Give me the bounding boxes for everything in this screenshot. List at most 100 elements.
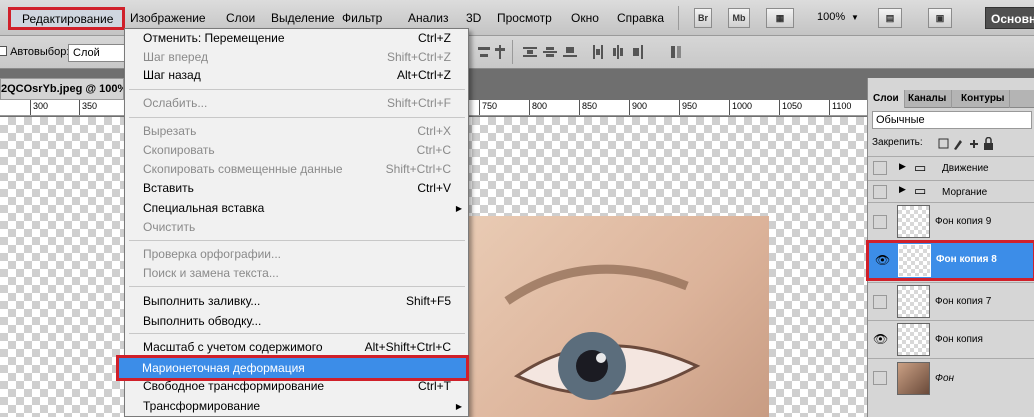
mini-bridge-button[interactable]: Mb [728, 8, 750, 28]
distribute-icon[interactable] [562, 44, 578, 60]
tab-layers[interactable]: Слои [868, 90, 905, 108]
menu-item-paste-special[interactable]: Специальная вставка ▶ [125, 199, 468, 218]
menu-analysis[interactable]: Анализ [408, 11, 449, 25]
menu-item-find-replace[interactable]: Поиск и замена текста... [125, 264, 468, 283]
workspace-button[interactable]: Основн [985, 7, 1034, 29]
menu-view[interactable]: Просмотр [497, 11, 552, 25]
ruler-label: 1050 [782, 101, 803, 111]
ruler-label: 1100 [832, 101, 852, 111]
layer-row-selected[interactable]: 👁 Фон копия 8 [866, 240, 1034, 281]
visibility-toggle[interactable] [873, 185, 887, 199]
layer-row[interactable]: Фон копия 7 [868, 282, 1034, 320]
chevron-down-icon[interactable]: ▼ [851, 13, 859, 22]
ruler-label: 950 [682, 101, 698, 111]
lock-label: Закрепить: [872, 137, 923, 148]
menu-item-undo[interactable]: Отменить: Перемещение Ctrl+Z [125, 29, 468, 48]
autoselect-target-select[interactable]: Слой [68, 44, 126, 62]
menu-separator [129, 333, 465, 334]
menu-item-step-backward[interactable]: Шаг назад Alt+Ctrl+Z [125, 66, 468, 85]
menu-separator [129, 89, 465, 90]
distribute-icon[interactable] [542, 44, 558, 60]
lock-transparent-icon [938, 138, 949, 149]
distribute-icon[interactable] [522, 44, 538, 60]
layer-name[interactable]: Движение [942, 163, 989, 174]
zoom-level[interactable]: 100% [817, 11, 845, 23]
tab-channels[interactable]: Каналы [903, 90, 953, 108]
ruler-tick [579, 100, 580, 115]
layer-thumbnail [897, 205, 930, 238]
layer-name[interactable]: Фон копия 7 [935, 296, 991, 307]
submenu-arrow-icon: ▶ [455, 204, 462, 213]
menu-item-puppet-warp[interactable]: Марионеточная деформация [116, 355, 469, 381]
ruler-tick [679, 100, 680, 115]
menu-help[interactable]: Справка [617, 11, 664, 25]
menu-item-copy-merged[interactable]: Скопировать совмещенные данные Shift+Ctr… [125, 160, 468, 179]
layer-name[interactable]: Фон копия 8 [936, 254, 997, 265]
layer-row[interactable]: Фон [868, 358, 1034, 398]
tab-paths[interactable]: Контуры [956, 90, 1011, 108]
autoselect-option[interactable]: Автовыбор: [0, 46, 69, 58]
layer-row[interactable]: 👁 Фон копия [868, 320, 1034, 358]
distribute-icon[interactable] [610, 44, 626, 60]
menu-item-fade[interactable]: Ослабить... Shift+Ctrl+F [125, 94, 468, 113]
ruler-label: 850 [582, 101, 598, 111]
layer-thumbnail [897, 323, 930, 356]
menu-item-spell-check[interactable]: Проверка орфографии... [125, 245, 468, 264]
menu-edit[interactable]: Редактирование [22, 12, 113, 26]
view-extras-icon[interactable]: ▦ [766, 8, 794, 28]
menu-filter[interactable]: Фильтр [342, 11, 382, 25]
screen-mode-icon[interactable]: ▣ [928, 8, 952, 28]
lock-all-icon [984, 143, 993, 150]
ruler-tick [729, 100, 730, 115]
eye-icon[interactable]: 👁 [875, 253, 890, 267]
auto-align-icon[interactable] [668, 44, 684, 60]
lock-icons [938, 136, 1008, 151]
expand-arrow-icon[interactable]: ▶ [899, 161, 906, 172]
bridge-button[interactable]: Br [694, 8, 712, 28]
layer-thumbnail [897, 285, 930, 318]
align-icon[interactable] [492, 44, 508, 60]
ruler-tick [529, 100, 530, 115]
layer-name[interactable]: Фон [935, 373, 954, 384]
autoselect-checkbox[interactable] [0, 46, 7, 56]
ruler-label: 900 [632, 101, 648, 111]
menu-item-stroke[interactable]: Выполнить обводку... [125, 312, 468, 331]
eye-photo-icon [504, 264, 701, 400]
layer-group-row[interactable]: ▶ ▭ Моргание [868, 180, 1034, 202]
menu-item-clear[interactable]: Очистить [125, 218, 468, 237]
layer-group-row[interactable]: ▶ ▭ Движение [868, 156, 1034, 180]
align-icon[interactable] [476, 44, 492, 60]
ruler-label: 350 [82, 101, 98, 111]
document-tab[interactable]: 2QCOsrYb.jpeg @ 100% [0, 78, 124, 100]
layer-row[interactable]: Фон копия 9 [868, 202, 1034, 240]
visibility-toggle[interactable] [873, 295, 887, 309]
menu-item-cut[interactable]: Вырезать Ctrl+X [125, 122, 468, 141]
expand-arrow-icon[interactable]: ▶ [899, 184, 906, 195]
autoselect-label: Автовыбор: [10, 46, 70, 58]
menu-item-copy[interactable]: Скопировать Ctrl+C [125, 141, 468, 160]
separator [512, 40, 513, 64]
menu-3d[interactable]: 3D [466, 11, 481, 25]
visibility-toggle[interactable] [873, 161, 887, 175]
visibility-toggle[interactable] [873, 215, 887, 229]
menu-window[interactable]: Окно [571, 11, 599, 25]
menu-separator [129, 286, 465, 287]
menu-select[interactable]: Выделение [271, 11, 335, 25]
eye-icon[interactable]: 👁 [873, 332, 888, 346]
layer-name[interactable]: Фон копия [935, 334, 983, 345]
blend-mode-select[interactable]: Обычные [872, 111, 1032, 129]
menu-item-step-forward[interactable]: Шаг вперед Shift+Ctrl+Z [125, 48, 468, 67]
visibility-toggle[interactable] [873, 371, 887, 385]
menu-item-transform[interactable]: Трансформирование ▶ [125, 397, 468, 416]
menu-item-paste[interactable]: Вставить Ctrl+V [125, 179, 468, 198]
menu-image[interactable]: Изображение [130, 11, 206, 25]
arrange-docs-icon[interactable]: ▤ [878, 8, 902, 28]
layer-thumbnail [898, 244, 931, 277]
lock-position-icon [970, 140, 978, 148]
distribute-icon[interactable] [630, 44, 646, 60]
distribute-icon[interactable] [590, 44, 606, 60]
layer-name[interactable]: Моргание [942, 187, 987, 198]
menu-item-fill[interactable]: Выполнить заливку... Shift+F5 [125, 292, 468, 311]
menu-layers[interactable]: Слои [226, 11, 255, 25]
layer-name[interactable]: Фон копия 9 [935, 216, 991, 227]
